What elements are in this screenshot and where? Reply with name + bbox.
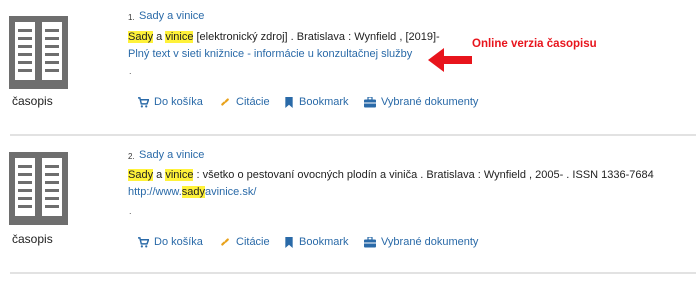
book-icon[interactable] (9, 16, 68, 89)
separator-dot: . (129, 66, 132, 76)
add-to-cart-button[interactable]: Do košíka (138, 96, 203, 108)
selected-documents-button[interactable]: Vybrané dokumenty (364, 236, 478, 248)
description-text: [elektronický zdroj] . Bratislava : Wynf… (193, 31, 440, 43)
result-number: 2. (128, 152, 135, 161)
add-to-cart-button[interactable]: Do košíka (138, 236, 203, 248)
website-link[interactable]: http://www.sadyavinice.sk/ (128, 186, 256, 198)
cite-icon (221, 237, 229, 246)
highlight-term: Sady (128, 31, 154, 43)
citations-label: Citácie (236, 236, 270, 248)
result-title-link[interactable]: Sady a vinice (139, 10, 204, 22)
citations-button[interactable]: Citácie (220, 236, 270, 248)
cart-icon (138, 96, 149, 107)
selected-documents-button[interactable]: Vybrané dokumenty (364, 96, 478, 108)
bookmark-icon (285, 236, 293, 248)
add-to-cart-label: Do košíka (154, 96, 203, 108)
selected-documents-label: Vybrané dokumenty (381, 236, 479, 248)
search-result-2: časopis 2. Sady a vinice Sady a vinice :… (0, 136, 700, 272)
bookmark-icon (285, 96, 293, 108)
search-result-1: časopis 1. Sady a vinice Sady a vinice [… (0, 0, 700, 134)
highlight-term: sady (181, 186, 206, 198)
citations-button[interactable]: Citácie (220, 96, 270, 108)
description-text: a (153, 169, 166, 181)
description-text: a (153, 31, 166, 43)
highlight-term: Sady (128, 169, 154, 181)
description-text: : všetko o pestovaní ovocných plodín a v… (193, 169, 654, 181)
result-title-link[interactable]: Sady a vinice (139, 149, 204, 161)
add-to-cart-label: Do košíka (154, 236, 203, 248)
briefcase-icon (364, 236, 376, 247)
website-link-text: avinice.sk/ (205, 186, 257, 198)
result-number: 1. (128, 13, 135, 22)
briefcase-icon (364, 96, 376, 107)
selected-documents-label: Vybrané dokumenty (381, 96, 479, 108)
fulltext-link[interactable]: Plný text v sieti knižnice - informácie … (128, 48, 412, 60)
arrow-left-icon (428, 48, 472, 72)
result-description: Sady a vinice : všetko o pestovaní ovocn… (128, 169, 654, 181)
result-description: Sady a vinice [elektronický zdroj] . Bra… (128, 31, 440, 43)
citations-label: Citácie (236, 96, 270, 108)
bookmark-label: Bookmark (299, 96, 349, 108)
bookmark-label: Bookmark (299, 236, 349, 248)
cart-icon (138, 236, 149, 247)
separator-dot: . (129, 206, 132, 216)
highlight-term: vinice (165, 31, 194, 43)
bookmark-button[interactable]: Bookmark (284, 236, 349, 248)
website-link-text: http://www. (128, 186, 182, 198)
bookmark-button[interactable]: Bookmark (284, 96, 349, 108)
book-icon[interactable] (9, 152, 68, 225)
cite-icon (221, 97, 229, 106)
format-label: časopis (12, 94, 53, 108)
annotation-label: Online verzia časopisu (472, 38, 597, 50)
highlight-term: vinice (165, 169, 194, 181)
result-divider (10, 272, 696, 274)
format-label: časopis (12, 232, 53, 246)
